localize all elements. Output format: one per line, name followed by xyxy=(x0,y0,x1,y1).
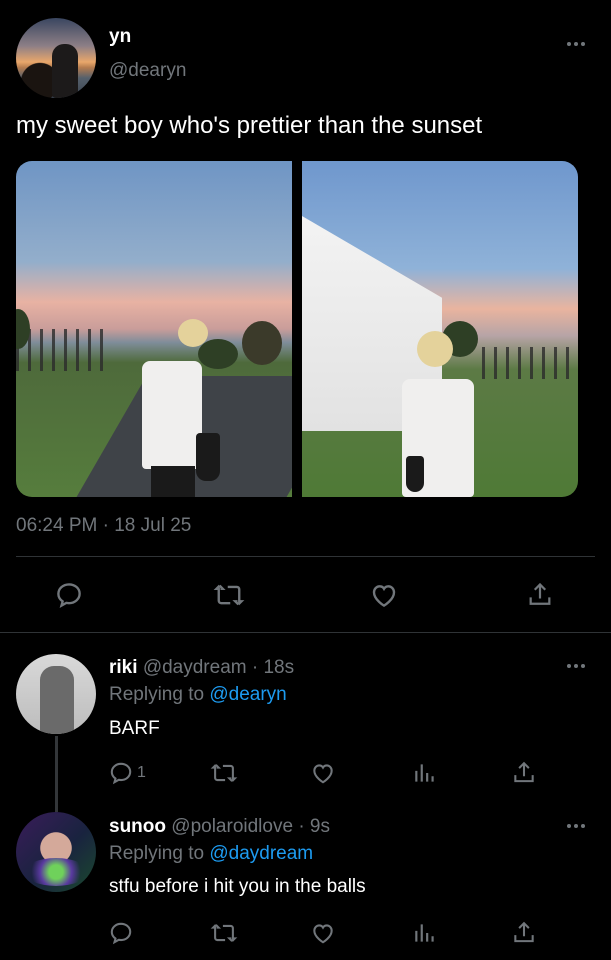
reply-text: stfu before i hit you in the balls xyxy=(109,876,366,897)
replying-to: Replying to @daydream xyxy=(109,843,313,865)
retweet-button[interactable] xyxy=(210,760,238,786)
replying-mention[interactable]: @dearyn xyxy=(209,684,286,705)
retweet-icon xyxy=(213,584,245,606)
reply-header: riki @daydream · 18s xyxy=(109,657,294,679)
share-icon xyxy=(529,582,551,605)
divider xyxy=(16,556,595,557)
reply-time: · 18s xyxy=(251,657,295,678)
like-button[interactable] xyxy=(310,760,336,786)
divider xyxy=(0,632,611,633)
like-icon xyxy=(313,764,333,784)
author-handle[interactable]: @dearyn xyxy=(109,60,186,82)
more-icon[interactable] xyxy=(567,40,589,48)
retweet-button[interactable] xyxy=(210,920,238,946)
reply-button[interactable] xyxy=(108,920,134,946)
share-icon xyxy=(514,921,534,943)
like-icon xyxy=(372,585,396,608)
tweet-timestamp: 06:24 PM · 18 Jul 25 xyxy=(16,515,192,536)
replying-mention[interactable]: @daydream xyxy=(209,843,313,864)
like-button[interactable] xyxy=(310,920,336,946)
author-avatar[interactable] xyxy=(16,18,96,98)
reply-text: BARF xyxy=(109,718,160,739)
reply-avatar[interactable] xyxy=(16,812,96,892)
more-icon[interactable] xyxy=(567,822,589,830)
reply-action-bar xyxy=(0,916,611,956)
share-button[interactable] xyxy=(526,580,554,610)
reply-handle[interactable]: @daydream xyxy=(143,657,247,678)
reply-header: sunoo @polaroidlove · 9s xyxy=(109,816,330,838)
reply-button[interactable] xyxy=(54,580,84,610)
more-icon[interactable] xyxy=(567,662,589,670)
replying-prefix: Replying to xyxy=(109,684,205,705)
reply-action-bar: 1 xyxy=(0,756,611,796)
reply-icon xyxy=(110,762,132,785)
photo-boy-sunset-path[interactable] xyxy=(16,161,292,497)
tweet-text: my sweet boy who's prettier than the sun… xyxy=(16,112,483,139)
replying-to: Replying to @dearyn xyxy=(109,684,287,706)
reply-icon xyxy=(57,583,81,609)
share-button[interactable] xyxy=(511,920,537,946)
views-icon xyxy=(415,764,434,782)
reply-author-name[interactable]: sunoo xyxy=(109,816,166,837)
reply-button[interactable]: 1 xyxy=(108,760,146,786)
views-button[interactable] xyxy=(412,920,438,946)
author-name[interactable]: yn xyxy=(109,26,131,48)
replying-prefix: Replying to xyxy=(109,843,205,864)
views-icon xyxy=(415,924,434,942)
main-action-bar xyxy=(0,576,611,616)
reply-avatar[interactable] xyxy=(16,654,96,734)
retweet-icon xyxy=(210,924,238,942)
like-icon xyxy=(313,924,333,944)
share-icon xyxy=(514,761,534,783)
reply-author-name[interactable]: riki xyxy=(109,657,138,678)
reply-count: 1 xyxy=(137,764,146,781)
reply-time: · 9s xyxy=(298,816,330,837)
photo-boy-tent[interactable] xyxy=(302,161,578,497)
tweet-media xyxy=(16,161,578,497)
reply-icon xyxy=(110,922,132,945)
like-button[interactable] xyxy=(369,580,399,610)
share-button[interactable] xyxy=(511,760,537,786)
retweet-icon xyxy=(210,764,238,782)
views-button[interactable] xyxy=(412,760,438,786)
reply-handle[interactable]: @polaroidlove xyxy=(171,816,293,837)
retweet-button[interactable] xyxy=(213,580,245,610)
